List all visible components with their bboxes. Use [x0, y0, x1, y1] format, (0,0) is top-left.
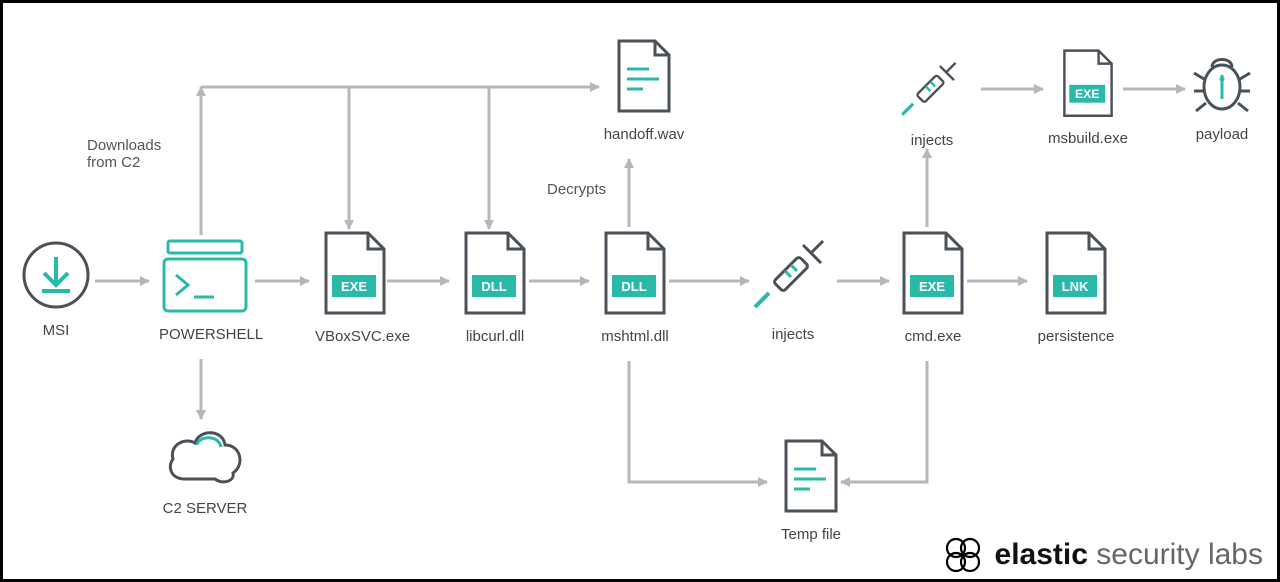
- file-exe-icon: EXE: [898, 231, 968, 317]
- node-msbuild: EXE msbuild.exe: [1043, 49, 1133, 147]
- node-msi: MSI: [16, 239, 96, 339]
- node-powershell: POWERSHELL: [159, 237, 251, 343]
- file-exe-icon: EXE: [320, 231, 390, 317]
- label-injects-top: injects: [897, 132, 967, 149]
- file-lnk-icon: LNK: [1041, 231, 1111, 317]
- label-cmd: cmd.exe: [893, 328, 973, 345]
- download-icon: [20, 239, 92, 311]
- svg-text:EXE: EXE: [919, 279, 945, 294]
- node-injects: injects: [751, 231, 835, 343]
- node-mshtml: DLL mshtml.dll: [595, 231, 675, 345]
- svg-text:EXE: EXE: [1075, 87, 1099, 101]
- label-powershell: POWERSHELL: [159, 326, 251, 343]
- label-handoff: handoff.wav: [599, 126, 689, 143]
- label-mshtml: mshtml.dll: [595, 328, 675, 345]
- label-msbuild: msbuild.exe: [1043, 130, 1133, 147]
- label-tempfile: Temp file: [771, 526, 851, 543]
- file-text-icon: [780, 439, 842, 515]
- svg-text:DLL: DLL: [621, 279, 646, 294]
- label-persistence: persistence: [1031, 328, 1121, 345]
- elastic-logo-icon: [941, 533, 985, 577]
- svg-text:DLL: DLL: [481, 279, 506, 294]
- node-handoff: handoff.wav: [599, 39, 689, 143]
- node-libcurl: DLL libcurl.dll: [455, 231, 535, 345]
- node-payload: payload: [1187, 49, 1257, 143]
- node-persistence: LNK persistence: [1031, 231, 1121, 345]
- file-dll-icon: DLL: [600, 231, 670, 317]
- edge-label-downloads: Downloads from C2: [87, 137, 161, 171]
- attribution-light: security labs: [1096, 538, 1263, 571]
- label-payload: payload: [1187, 126, 1257, 143]
- label-vboxsvc: VBoxSVC.exe: [315, 328, 395, 345]
- syringe-icon: [751, 231, 835, 315]
- syringe-icon: [899, 55, 965, 121]
- file-dll-icon: DLL: [460, 231, 530, 317]
- diagram-canvas: MSI POWERSHELL EXE VBoxSVC.exe DLL libcu…: [9, 9, 1271, 573]
- svg-text:LNK: LNK: [1062, 279, 1089, 294]
- cloud-icon: [163, 423, 247, 489]
- svg-text:EXE: EXE: [341, 279, 367, 294]
- label-libcurl: libcurl.dll: [455, 328, 535, 345]
- bug-icon: [1192, 49, 1252, 115]
- file-exe-icon: EXE: [1059, 49, 1117, 119]
- node-vboxsvc: EXE VBoxSVC.exe: [315, 231, 395, 345]
- node-c2: C2 SERVER: [161, 423, 249, 517]
- label-msi: MSI: [16, 322, 96, 339]
- node-tempfile: Temp file: [771, 439, 851, 543]
- node-injects-top: injects: [897, 55, 967, 149]
- label-c2: C2 SERVER: [161, 500, 249, 517]
- node-cmd: EXE cmd.exe: [893, 231, 973, 345]
- terminal-icon: [160, 237, 250, 315]
- attribution-bold: elastic: [995, 538, 1088, 571]
- attribution: elastic security labs: [941, 533, 1263, 577]
- edge-label-decrypts: Decrypts: [547, 181, 606, 198]
- label-injects: injects: [751, 326, 835, 343]
- file-text-icon: [613, 39, 675, 115]
